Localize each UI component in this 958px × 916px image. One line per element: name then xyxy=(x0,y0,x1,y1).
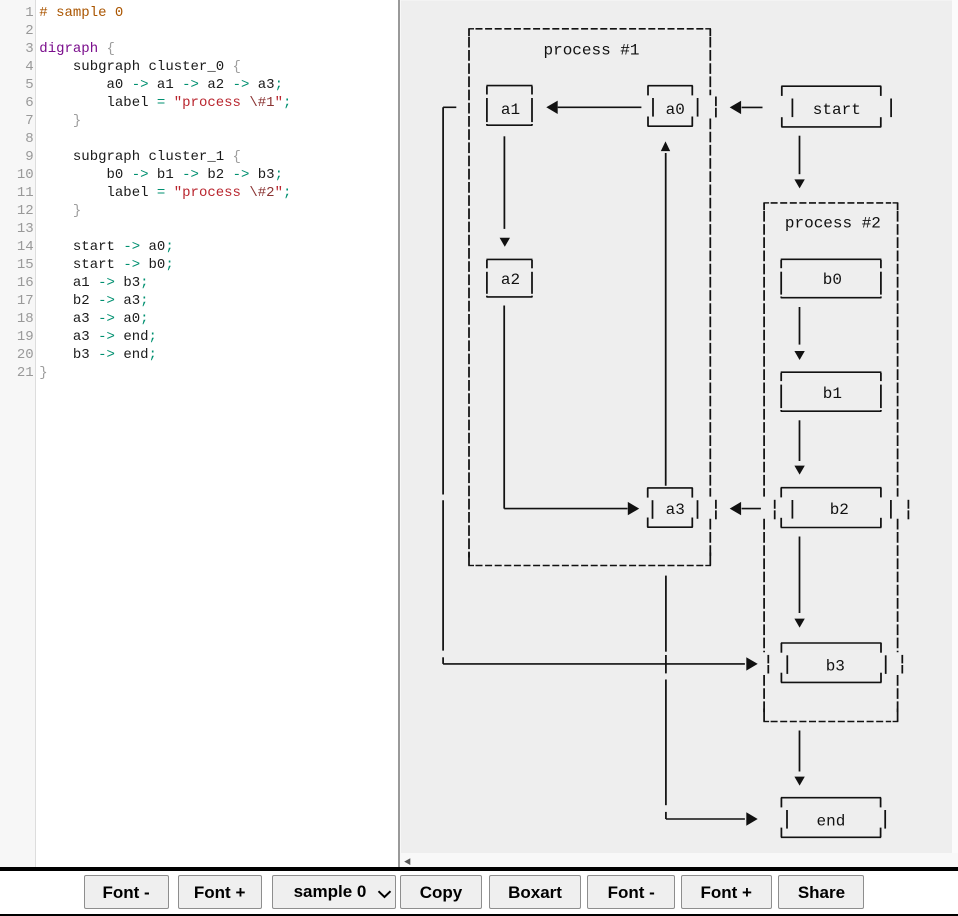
svg-text:b3: b3 xyxy=(826,658,845,676)
svg-text:a0: a0 xyxy=(666,101,685,119)
svg-text:process #2: process #2 xyxy=(785,215,881,233)
svg-text:a1: a1 xyxy=(501,101,520,119)
svg-text:b1: b1 xyxy=(823,385,842,403)
svg-text:a3: a3 xyxy=(666,501,685,519)
svg-text:b2: b2 xyxy=(830,501,849,519)
svg-text:start: start xyxy=(813,101,861,119)
svg-text:b0: b0 xyxy=(823,271,842,289)
svg-text:process #1: process #1 xyxy=(543,41,639,59)
svg-text:end: end xyxy=(816,812,845,830)
svg-text:a2: a2 xyxy=(501,271,520,289)
